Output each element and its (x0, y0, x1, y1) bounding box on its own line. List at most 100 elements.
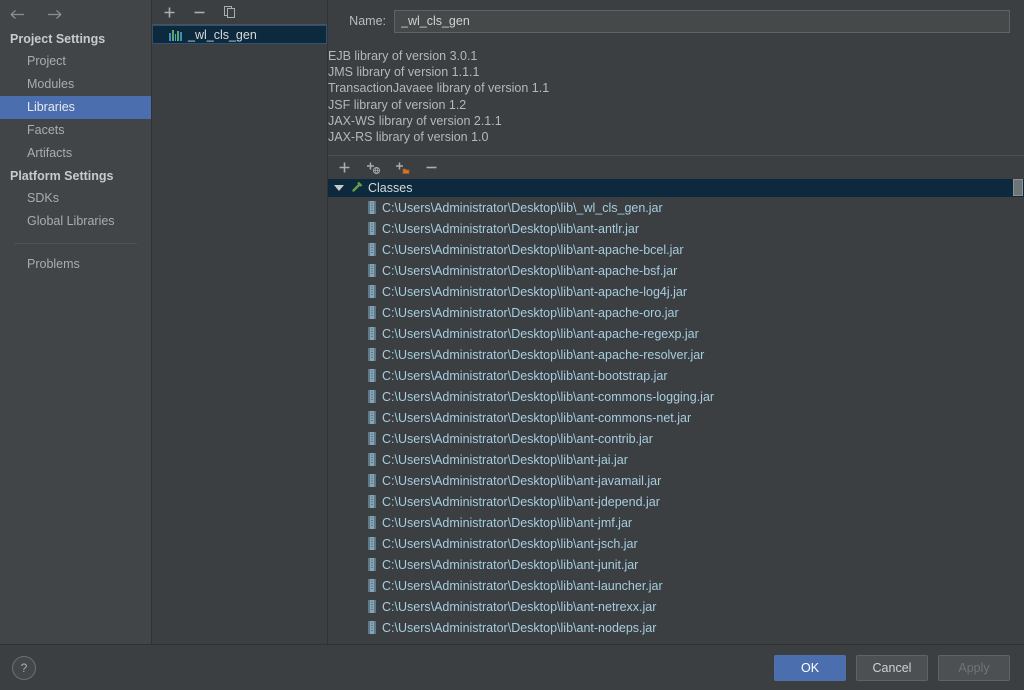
nav-section-platform-settings: Platform Settings SDKs Global Libraries (0, 165, 151, 233)
jar-path: C:\Users\Administrator\Desktop\lib\_wl_c… (382, 200, 663, 215)
sidebar-item-sdks[interactable]: SDKs (0, 187, 151, 210)
jar-path: C:\Users\Administrator\Desktop\lib\ant-a… (382, 305, 679, 320)
jar-path: C:\Users\Administrator\Desktop\lib\ant-a… (382, 326, 699, 341)
jar-file-icon (368, 495, 376, 509)
remove-library-button[interactable] (191, 4, 208, 21)
library-name-input[interactable] (394, 9, 1010, 33)
table-row[interactable]: C:\Users\Administrator\Desktop\lib\ant-c… (328, 386, 1024, 407)
cancel-button[interactable]: Cancel (856, 654, 928, 681)
table-row[interactable]: C:\Users\Administrator\Desktop\lib\ant-n… (328, 617, 1024, 638)
table-row[interactable]: C:\Users\Administrator\Desktop\lib\ant-l… (328, 575, 1024, 596)
table-row[interactable]: C:\Users\Administrator\Desktop\lib\ant-a… (328, 344, 1024, 365)
sidebar-item-libraries[interactable]: Libraries (0, 96, 151, 119)
dialog-body: Project Settings Project Modules Librari… (0, 0, 1024, 645)
jar-file-icon (368, 516, 376, 530)
jar-path: C:\Users\Administrator\Desktop\lib\ant-j… (382, 494, 660, 509)
tree-root-label: Classes (368, 181, 413, 196)
attach-files-button[interactable] (336, 159, 353, 176)
sidebar-item-modules[interactable]: Modules (0, 73, 151, 96)
jar-file-icon (368, 411, 376, 425)
arrow-right-icon[interactable] (44, 4, 64, 24)
list-item[interactable]: _wl_cls_gen (152, 25, 327, 44)
jar-path: C:\Users\Administrator\Desktop\lib\ant-j… (382, 557, 639, 572)
table-row[interactable]: C:\Users\Administrator\Desktop\lib\ant-a… (328, 218, 1024, 239)
sidebar-item-facets[interactable]: Facets (0, 119, 151, 142)
jar-path: C:\Users\Administrator\Desktop\lib\ant-b… (382, 368, 668, 383)
jar-file-icon (368, 201, 376, 215)
remove-root-button[interactable] (423, 159, 440, 176)
attach-classes-button[interactable] (365, 159, 382, 176)
ok-button[interactable]: OK (774, 654, 846, 681)
table-row[interactable]: C:\Users\Administrator\Desktop\lib\ant-c… (328, 428, 1024, 449)
jar-path: C:\Users\Administrator\Desktop\lib\ant-a… (382, 347, 705, 362)
nav-history-bar (0, 0, 151, 28)
arrow-left-icon[interactable] (8, 4, 28, 24)
table-row[interactable]: C:\Users\Administrator\Desktop\lib\ant-a… (328, 281, 1024, 302)
apply-button[interactable]: Apply (938, 654, 1010, 681)
jar-path: C:\Users\Administrator\Desktop\lib\ant-j… (382, 473, 662, 488)
sidebar-item-artifacts[interactable]: Artifacts (0, 142, 151, 165)
hammer-icon (350, 180, 364, 197)
tree-scrollbar-thumb[interactable] (1013, 179, 1023, 197)
jar-path: C:\Users\Administrator\Desktop\lib\ant-n… (382, 599, 657, 614)
jar-file-icon (368, 285, 376, 299)
tree-node-classes[interactable]: Classes (328, 179, 1024, 198)
version-line: TransactionJavaee library of version 1.1 (328, 81, 550, 96)
sidebar-item-global-libraries[interactable]: Global Libraries (0, 210, 151, 233)
help-button[interactable]: ? (12, 655, 36, 680)
tree-entries: C:\Users\Administrator\Desktop\lib\_wl_c… (328, 197, 1024, 638)
table-row[interactable]: C:\Users\Administrator\Desktop\lib\_wl_c… (328, 197, 1024, 218)
jar-file-icon (368, 600, 376, 614)
project-structure-dialog: Project Settings Project Modules Librari… (0, 0, 1024, 690)
jar-path: C:\Users\Administrator\Desktop\lib\ant-c… (382, 389, 715, 404)
table-row[interactable]: C:\Users\Administrator\Desktop\lib\ant-b… (328, 365, 1024, 386)
jar-file-icon (368, 327, 376, 341)
version-line: JAX-WS library of version 2.1.1 (328, 113, 502, 128)
nav-group-title: Project Settings (10, 32, 106, 46)
table-row[interactable]: C:\Users\Administrator\Desktop\lib\ant-j… (328, 449, 1024, 470)
jar-path: C:\Users\Administrator\Desktop\lib\ant-j… (382, 536, 638, 551)
table-row[interactable]: C:\Users\Administrator\Desktop\lib\ant-j… (328, 491, 1024, 512)
jar-path: C:\Users\Administrator\Desktop\lib\ant-j… (382, 452, 628, 467)
library-versions-list: EJB library of version 3.0.1 JMS library… (328, 36, 1024, 153)
table-row[interactable]: C:\Users\Administrator\Desktop\lib\ant-j… (328, 512, 1024, 533)
table-row[interactable]: C:\Users\Administrator\Desktop\lib\ant-j… (328, 533, 1024, 554)
library-editor-panel: Name: EJB library of version 3.0.1 JMS l… (328, 0, 1024, 645)
table-row[interactable]: C:\Users\Administrator\Desktop\lib\ant-a… (328, 260, 1024, 281)
jar-path: C:\Users\Administrator\Desktop\lib\ant-a… (382, 242, 684, 257)
table-row[interactable]: C:\Users\Administrator\Desktop\lib\ant-j… (328, 470, 1024, 491)
table-row[interactable]: C:\Users\Administrator\Desktop\lib\ant-j… (328, 554, 1024, 575)
jar-file-icon (368, 621, 376, 635)
settings-sidebar: Project Settings Project Modules Librari… (0, 0, 152, 645)
jar-file-icon (368, 432, 376, 446)
table-row[interactable]: C:\Users\Administrator\Desktop\lib\ant-n… (328, 596, 1024, 617)
chevron-down-icon[interactable] (334, 185, 344, 192)
libraries-toolbar (152, 0, 327, 24)
jar-file-icon (368, 264, 376, 278)
jar-path: C:\Users\Administrator\Desktop\lib\ant-a… (382, 221, 640, 236)
table-row[interactable]: C:\Users\Administrator\Desktop\lib\ant-a… (328, 239, 1024, 260)
table-row[interactable]: C:\Users\Administrator\Desktop\lib\ant-a… (328, 302, 1024, 323)
table-row[interactable]: C:\Users\Administrator\Desktop\lib\ant-c… (328, 407, 1024, 428)
copy-library-button[interactable] (221, 4, 238, 21)
jar-path: C:\Users\Administrator\Desktop\lib\ant-a… (382, 263, 678, 278)
name-label: Name: (349, 14, 386, 28)
jar-path: C:\Users\Administrator\Desktop\lib\ant-n… (382, 620, 657, 635)
jar-file-icon (368, 243, 376, 257)
jar-path: C:\Users\Administrator\Desktop\lib\ant-a… (382, 284, 687, 299)
jar-file-icon (368, 453, 376, 467)
jar-file-icon (368, 537, 376, 551)
jar-path: C:\Users\Administrator\Desktop\lib\ant-l… (382, 578, 663, 593)
jar-path: C:\Users\Administrator\Desktop\lib\ant-c… (382, 410, 692, 425)
libraries-list-panel: _wl_cls_gen (152, 0, 328, 645)
version-line: JSF library of version 1.2 (328, 97, 467, 112)
table-row[interactable]: C:\Users\Administrator\Desktop\lib\ant-a… (328, 323, 1024, 344)
add-library-button[interactable] (161, 4, 178, 21)
library-icon (169, 29, 182, 41)
jar-file-icon (368, 306, 376, 320)
attach-directory-button[interactable] (394, 159, 411, 176)
sidebar-item-project[interactable]: Project (0, 50, 151, 73)
name-row: Name: (328, 0, 1024, 36)
sidebar-item-problems[interactable]: Problems (0, 253, 151, 276)
jar-file-icon (368, 222, 376, 236)
